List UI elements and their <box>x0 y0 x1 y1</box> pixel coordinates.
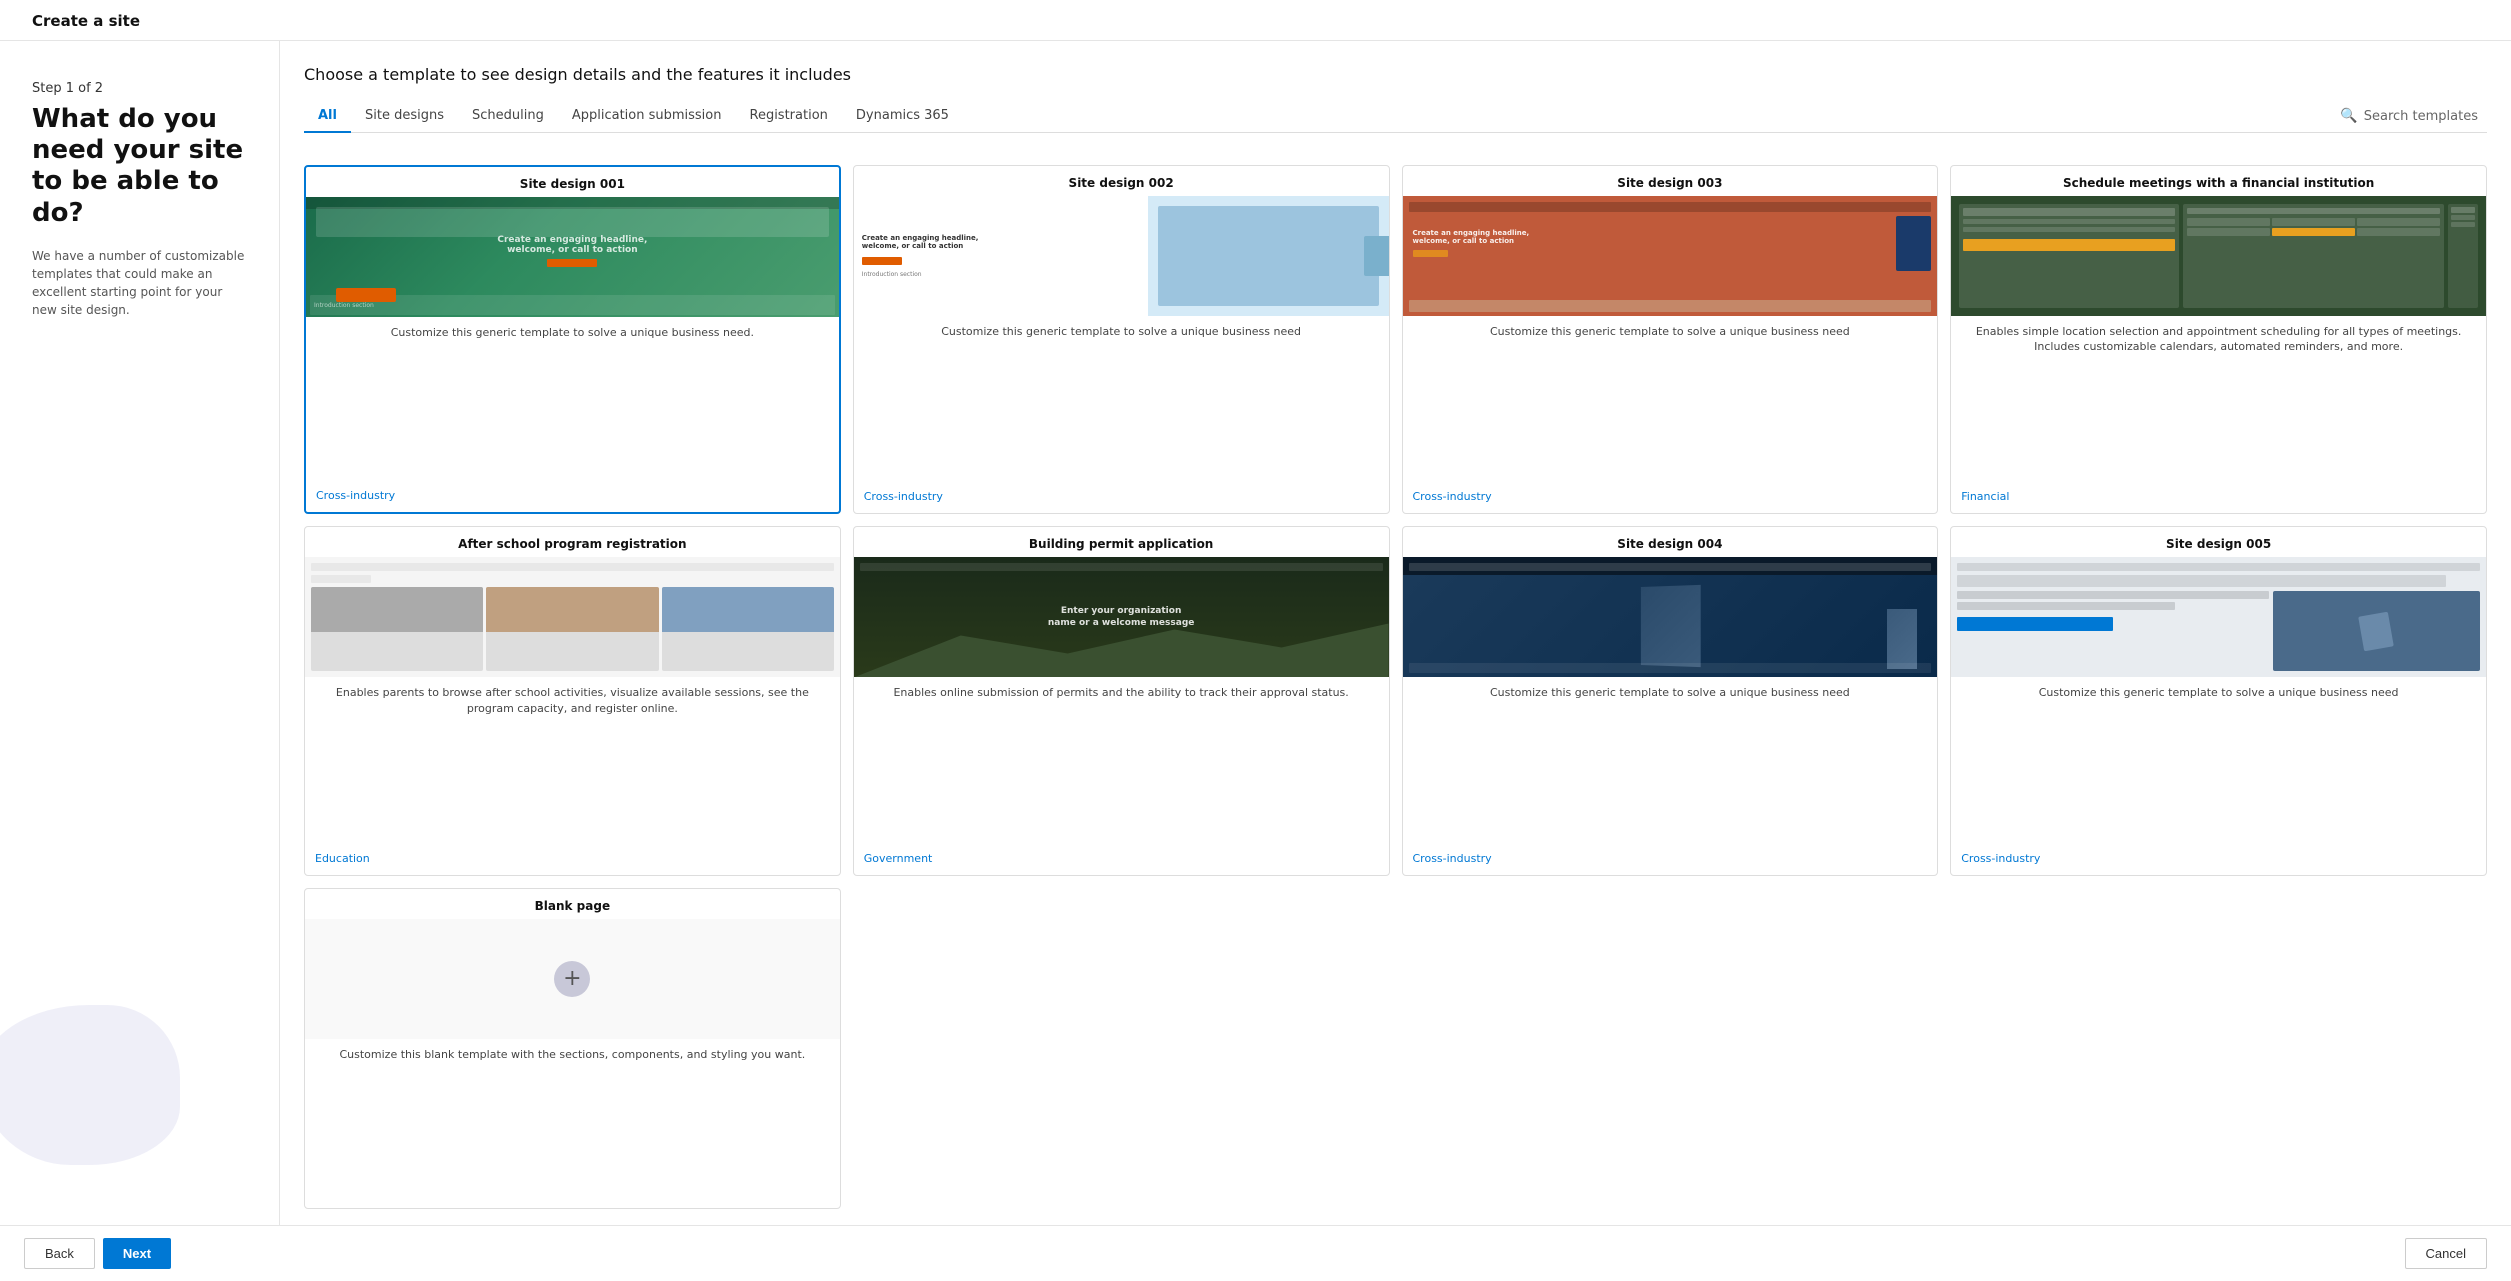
card-thumbnail <box>1951 196 2486 316</box>
template-card-site-design-003[interactable]: Site design 003 Create an engaging headl… <box>1402 165 1939 514</box>
card-description: Enables parents to browse after school a… <box>305 677 840 845</box>
template-card-site-design-001[interactable]: Site design 001 Create an engaging headl… <box>304 165 841 514</box>
card-description: Customize this generic template to solve… <box>1403 316 1938 484</box>
search-label: Search templates <box>2364 109 2478 124</box>
card-description: Customize this generic template to solve… <box>1951 677 2486 845</box>
card-thumbnail <box>1403 557 1938 677</box>
search-icon: 🔍 <box>2340 108 2357 124</box>
footer-nav: Back Next <box>24 1238 171 1269</box>
card-thumbnail: Create an engaging headline,welcome, or … <box>854 196 1389 316</box>
page-title: Create a site <box>0 0 2511 41</box>
search-templates-button[interactable]: 🔍 Search templates <box>2331 103 2487 129</box>
template-card-building-permit[interactable]: Building permit application Enter your o… <box>853 526 1390 875</box>
card-title: Site design 004 <box>1403 527 1938 557</box>
template-card-schedule-meetings[interactable]: Schedule meetings with a financial insti… <box>1950 165 2487 514</box>
card-title: After school program registration <box>305 527 840 557</box>
section-description: Choose a template to see design details … <box>304 65 2487 84</box>
card-description: Customize this generic template to solve… <box>306 317 839 483</box>
card-description: Enables online submission of permits and… <box>854 677 1389 845</box>
template-card-blank-page[interactable]: Blank page + Customize this blank templa… <box>304 888 841 1209</box>
tabs-row: All Site designs Scheduling Application … <box>304 100 2487 133</box>
card-tag: Education <box>305 846 840 875</box>
card-description: Customize this blank template with the s… <box>305 1039 840 1192</box>
tab-scheduling[interactable]: Scheduling <box>458 100 558 133</box>
step-indicator: Step 1 of 2 <box>32 81 247 96</box>
card-tag: Cross-industry <box>1951 846 2486 875</box>
card-title: Building permit application <box>854 527 1389 557</box>
card-title: Site design 001 <box>306 167 839 197</box>
main-description: We have a number of customizable templat… <box>32 247 247 319</box>
card-title: Site design 002 <box>854 166 1389 196</box>
template-card-site-design-004[interactable]: Site design 004 Customize this generic t… <box>1402 526 1939 875</box>
tab-application-submission[interactable]: Application submission <box>558 100 736 133</box>
template-card-site-design-002[interactable]: Site design 002 Create an engaging headl… <box>853 165 1390 514</box>
template-card-site-design-005[interactable]: Site design 005 Cu <box>1950 526 2487 875</box>
card-tag <box>305 1192 840 1208</box>
tab-registration[interactable]: Registration <box>736 100 842 133</box>
card-title: Schedule meetings with a financial insti… <box>1951 166 2486 196</box>
section-header: Choose a template to see design details … <box>304 65 2487 149</box>
tab-dynamics-365[interactable]: Dynamics 365 <box>842 100 963 133</box>
card-tag: Financial <box>1951 484 2486 513</box>
card-thumbnail <box>1951 557 2486 677</box>
templates-grid: Site design 001 Create an engaging headl… <box>304 165 2487 1225</box>
tab-site-designs[interactable]: Site designs <box>351 100 458 133</box>
left-panel: Step 1 of 2 What do you need your site t… <box>0 41 280 1225</box>
card-tag: Cross-industry <box>1403 484 1938 513</box>
card-description: Customize this generic template to solve… <box>854 316 1389 484</box>
decorative-blob <box>0 1005 180 1165</box>
template-card-after-school[interactable]: After school program registration <box>304 526 841 875</box>
card-title: Site design 003 <box>1403 166 1938 196</box>
card-thumbnail: Create an engaging headline,welcome, or … <box>1403 196 1938 316</box>
card-tag: Cross-industry <box>306 483 839 512</box>
cancel-button[interactable]: Cancel <box>2405 1238 2487 1269</box>
card-thumbnail: + <box>305 919 840 1039</box>
main-heading: What do you need your site to be able to… <box>32 104 247 229</box>
card-tag: Government <box>854 846 1389 875</box>
right-panel: Choose a template to see design details … <box>280 41 2511 1225</box>
card-thumbnail: Create an engaging headline,welcome, or … <box>306 197 839 317</box>
back-button[interactable]: Back <box>24 1238 95 1269</box>
next-button[interactable]: Next <box>103 1238 171 1269</box>
card-thumbnail <box>305 557 840 677</box>
plus-icon: + <box>554 961 590 997</box>
tab-all[interactable]: All <box>304 100 351 133</box>
footer-bar: Back Next Cancel <box>0 1225 2511 1281</box>
card-tag: Cross-industry <box>1403 846 1938 875</box>
card-thumbnail: Enter your organizationname or a welcome… <box>854 557 1389 677</box>
card-description: Enables simple location selection and ap… <box>1951 316 2486 484</box>
card-tag: Cross-industry <box>854 484 1389 513</box>
card-description: Customize this generic template to solve… <box>1403 677 1938 845</box>
tabs-list: All Site designs Scheduling Application … <box>304 100 2331 132</box>
card-title: Blank page <box>305 889 840 919</box>
card-title: Site design 005 <box>1951 527 2486 557</box>
